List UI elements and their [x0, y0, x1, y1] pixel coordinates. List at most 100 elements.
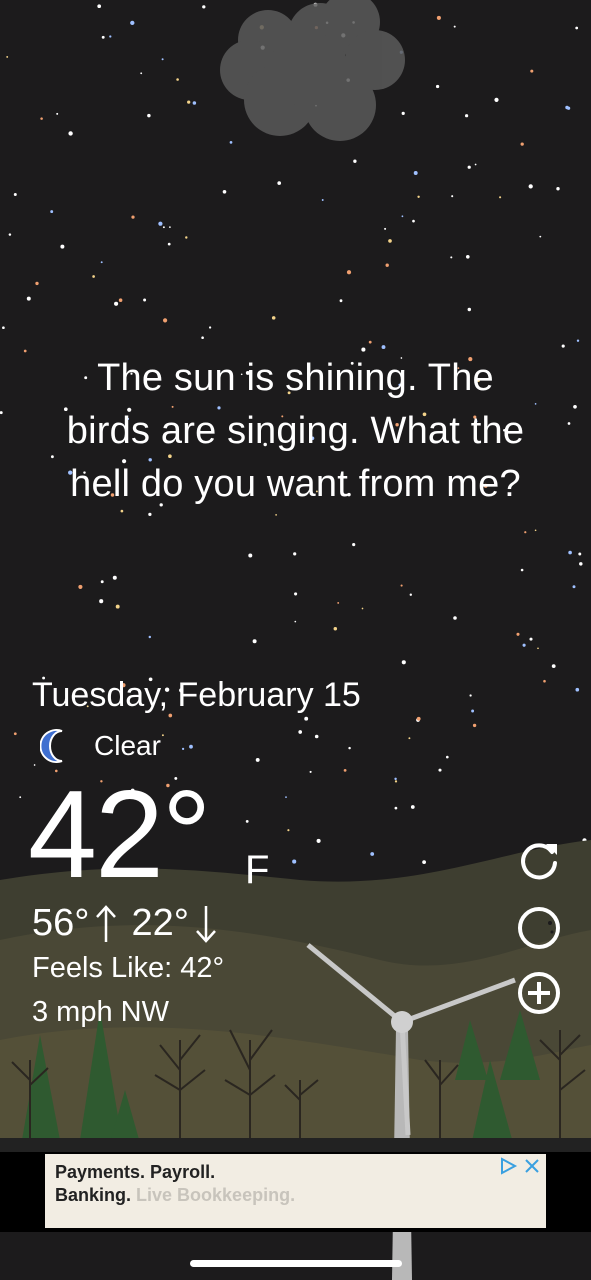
star [112, 575, 117, 580]
star [467, 165, 471, 169]
star [348, 746, 351, 750]
star [516, 632, 520, 636]
star [8, 233, 12, 236]
moon-icon [40, 729, 63, 763]
star [572, 585, 576, 589]
home-indicator[interactable] [190, 1260, 402, 1267]
star [19, 796, 22, 799]
star [556, 187, 560, 191]
star [229, 141, 233, 144]
star [92, 275, 95, 278]
star [422, 860, 426, 864]
star [222, 189, 227, 194]
star [169, 226, 171, 228]
star [537, 647, 539, 650]
star [321, 199, 324, 201]
star [451, 195, 454, 198]
star [568, 550, 572, 555]
star [435, 84, 440, 89]
star [400, 584, 403, 587]
star [578, 552, 582, 556]
star [453, 616, 457, 620]
star [368, 340, 372, 344]
add-location-button[interactable] [516, 970, 562, 1016]
arrow-up-icon [96, 904, 117, 942]
star [522, 643, 526, 647]
quote-line-3: hell do you want from me? [70, 463, 521, 505]
star [530, 69, 534, 73]
wind-speed: 3 mph NW [32, 996, 169, 1028]
star [543, 679, 546, 683]
star [201, 336, 204, 340]
star [163, 318, 168, 323]
refresh-button[interactable] [516, 838, 562, 884]
temperature-unit: F [245, 848, 270, 892]
star [26, 296, 31, 301]
star [394, 777, 397, 781]
star [576, 339, 580, 342]
star [465, 254, 470, 259]
star [181, 747, 185, 751]
star [115, 604, 120, 609]
star [471, 709, 475, 713]
star [410, 805, 415, 809]
star [6, 55, 9, 58]
adchoices-icon[interactable] [498, 1156, 518, 1176]
star [147, 113, 151, 118]
close-icon[interactable] [522, 1156, 542, 1176]
star [394, 780, 398, 783]
star [167, 242, 171, 246]
star [97, 4, 102, 9]
star [529, 637, 533, 641]
star [401, 660, 406, 665]
star [409, 593, 412, 596]
star [271, 316, 276, 320]
star [285, 796, 287, 798]
star [353, 159, 357, 163]
star [148, 512, 152, 517]
star [294, 592, 298, 596]
night-sky-scene [0, 0, 591, 1280]
star [187, 100, 191, 104]
star [298, 730, 303, 734]
star [189, 744, 193, 749]
star [40, 117, 43, 120]
star [13, 732, 17, 736]
star [528, 184, 533, 189]
ad-line-2-faded: Live Bookkeeping. [136, 1185, 296, 1205]
star [534, 529, 537, 532]
star [50, 210, 54, 214]
star [413, 171, 418, 175]
feels-like: Feels Like: 42° [32, 952, 225, 984]
star [35, 281, 39, 286]
star [158, 221, 163, 226]
star [13, 193, 17, 196]
moon-phase-button[interactable] [516, 905, 562, 951]
banner-ad[interactable]: Payments. Payroll. Banking. Live Bookkee… [45, 1154, 546, 1228]
star [384, 227, 387, 230]
star [474, 163, 477, 166]
star [524, 531, 527, 534]
star [100, 580, 104, 584]
star [131, 215, 135, 219]
star [109, 35, 112, 38]
star [385, 263, 389, 267]
star [99, 599, 104, 604]
star [162, 226, 165, 229]
star [573, 404, 577, 409]
quote-line-2: birds are singing. What the [66, 410, 525, 452]
star [309, 770, 312, 773]
star [467, 307, 472, 312]
star [561, 344, 565, 348]
forecast-date: Tuesday, February 15 [32, 676, 361, 714]
star [575, 687, 580, 692]
star [469, 694, 472, 697]
ad-line-2: Banking. Live Bookkeeping. [55, 1185, 295, 1206]
star [494, 97, 499, 102]
star [343, 769, 347, 772]
star [575, 26, 579, 30]
star [333, 627, 338, 631]
star [60, 244, 65, 249]
star [520, 142, 524, 146]
star [202, 5, 206, 9]
